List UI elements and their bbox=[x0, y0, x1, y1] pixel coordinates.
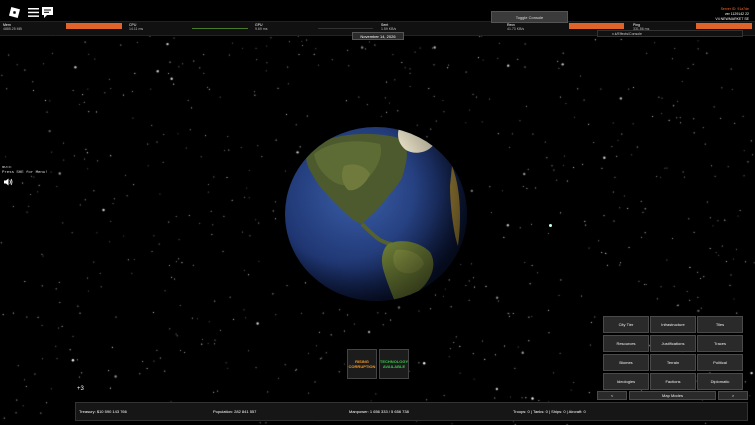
map-mode-traces[interactable]: Traces bbox=[697, 335, 743, 352]
earth-globe[interactable] bbox=[284, 126, 468, 302]
console-path-field: x.k/Effects/Console bbox=[597, 30, 743, 37]
next-page-button[interactable]: > bbox=[718, 391, 748, 400]
map-mode-infrastructure[interactable]: Infrastructure bbox=[650, 316, 696, 333]
speaker-icon[interactable] bbox=[4, 178, 13, 186]
map-mode-terrain[interactable]: Terrain bbox=[650, 354, 696, 371]
menu-note: NOTE Press SHE for Menu! bbox=[2, 166, 48, 175]
ping-graph-bar bbox=[569, 23, 624, 29]
server-region: V4 NEWMARKET SE bbox=[715, 17, 749, 21]
notification-counter: +3 bbox=[77, 386, 84, 392]
technology-available-alert[interactable]: TECHNOLOGY AVAILABLE bbox=[379, 349, 409, 379]
metric-gpu: GPU 9.69 ms bbox=[255, 23, 268, 31]
map-mode-tiles[interactable]: Tiles bbox=[697, 316, 743, 333]
map-mode-biomes[interactable]: Biomes bbox=[603, 354, 649, 371]
prev-page-button[interactable]: < bbox=[597, 391, 627, 400]
map-mode-diplomatic[interactable]: Diplomatic bbox=[697, 373, 743, 390]
date-display: November 14, 2026 bbox=[352, 32, 404, 40]
metric-cpu: CPU 14.11 ms bbox=[129, 23, 144, 31]
memory-graph-bar bbox=[66, 23, 122, 29]
roblox-logo-icon[interactable] bbox=[8, 6, 21, 19]
treasury-stat: Treasury: $10 590 143 766 bbox=[79, 409, 127, 414]
server-info: Server ID: 91a7de ver 1129142 22 V4 NEWM… bbox=[715, 7, 749, 22]
toggle-console-button[interactable]: Toggle Console bbox=[491, 11, 568, 23]
country-stats-bar: Treasury: $10 590 143 766 Population: 28… bbox=[75, 402, 748, 421]
sent-graph-line bbox=[318, 28, 373, 29]
manpower-stat: Manpower: 1 656 333 / 5 656 738 bbox=[349, 409, 409, 414]
military-stat: Troops: 0 | Tanks: 0 | Ships: 0 | Aircra… bbox=[513, 409, 586, 414]
metric-recv: Recv 41.73 KB/s bbox=[507, 23, 525, 31]
hamburger-menu-icon[interactable] bbox=[27, 6, 40, 19]
map-mode-justifications[interactable]: Justifications bbox=[650, 335, 696, 352]
chat-icon[interactable] bbox=[41, 6, 54, 19]
gpu-graph-line bbox=[192, 28, 248, 29]
map-mode-factions[interactable]: Factions bbox=[650, 373, 696, 390]
population-stat: Population: 282 841 557 bbox=[213, 409, 257, 414]
map-mode-resources[interactable]: Resources bbox=[603, 335, 649, 352]
map-mode-city-tier[interactable]: City Tier bbox=[603, 316, 649, 333]
map-mode-ideologies[interactable]: Ideologies bbox=[603, 373, 649, 390]
satellite-marker bbox=[549, 224, 552, 227]
metric-mem: Mem 4885.25 MB bbox=[3, 23, 22, 31]
map-modes-label-button[interactable]: Map Modes bbox=[629, 391, 716, 400]
metric-sent: Sent 1.59 KB/s bbox=[381, 23, 397, 31]
map-mode-political[interactable]: Political bbox=[697, 354, 743, 371]
ping-graph-bar-2 bbox=[696, 23, 752, 29]
rising-corruption-alert[interactable]: RISING CORRUPTION bbox=[347, 349, 377, 379]
